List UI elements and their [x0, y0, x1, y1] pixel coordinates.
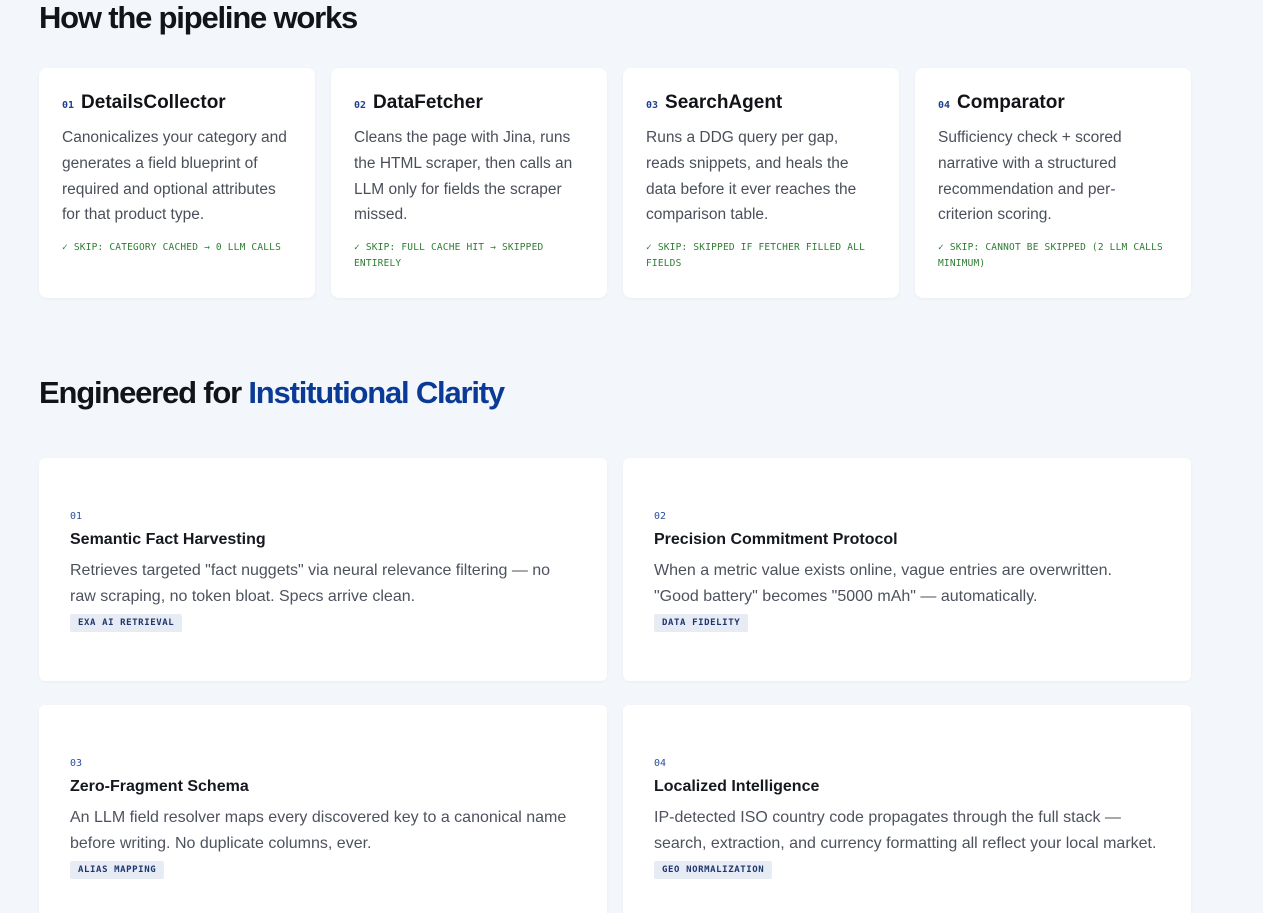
feature-description: When a metric value exists online, vague… — [654, 562, 1112, 605]
step-header: 01 DetailsCollector — [62, 92, 293, 114]
feature-card-localized-intelligence: 04 Localized Intelligence IP-detected IS… — [623, 705, 1191, 913]
step-skip-note: ✓ SKIP: FULL CACHE HIT → SKIPPED ENTIREL… — [354, 242, 544, 270]
step-skip-note: ✓ SKIP: CATEGORY CACHED → 0 LLM CALLS — [62, 242, 282, 254]
step-number: 02 — [354, 100, 367, 111]
step-description: Runs a DDG query per gap, reads snippets… — [646, 129, 857, 224]
pipeline-heading: How the pipeline works — [39, 0, 358, 35]
engineered-heading-prefix: Engineered for — [39, 375, 242, 410]
step-header: 02 DataFetcher — [354, 92, 585, 114]
feature-card-precision-commitment-protocol: 02 Precision Commitment Protocol When a … — [623, 458, 1191, 681]
engineered-heading: Engineered for Institutional Clarity — [39, 375, 505, 411]
feature-tag: ALIAS MAPPING — [70, 861, 165, 879]
step-skip-note: ✓ SKIP: CANNOT BE SKIPPED (2 LLM CALLS M… — [938, 242, 1163, 270]
step-card-details-collector: 01 DetailsCollector Canonicalizes your c… — [39, 68, 315, 298]
step-title: DetailsCollector — [81, 92, 226, 113]
step-number: 03 — [646, 100, 659, 111]
feature-description: Retrieves targeted "fact nuggets" via ne… — [70, 562, 551, 605]
feature-description: An LLM field resolver maps every discove… — [70, 809, 567, 852]
feature-card-semantic-fact-harvesting: 01 Semantic Fact Harvesting Retrieves ta… — [39, 458, 607, 681]
feature-number: 02 — [654, 511, 667, 522]
feature-number: 01 — [70, 511, 83, 522]
pipeline-steps: 01 DetailsCollector Canonicalizes your c… — [39, 68, 1191, 298]
feature-grid: 01 Semantic Fact Harvesting Retrieves ta… — [39, 458, 1191, 913]
step-card-comparator: 04 Comparator Sufficiency check + scored… — [915, 68, 1191, 298]
feature-title: Zero-Fragment Schema — [70, 778, 249, 795]
feature-card-zero-fragment-schema: 03 Zero-Fragment Schema An LLM field res… — [39, 705, 607, 913]
step-card-data-fetcher: 02 DataFetcher Cleans the page with Jina… — [331, 68, 607, 298]
feature-tag: EXA AI RETRIEVAL — [70, 614, 183, 632]
step-description: Canonicalizes your category and generate… — [62, 129, 287, 224]
step-title: DataFetcher — [373, 92, 483, 113]
feature-title: Semantic Fact Harvesting — [70, 531, 266, 548]
feature-title: Localized Intelligence — [654, 778, 820, 795]
feature-number: 04 — [654, 758, 667, 769]
step-title: SearchAgent — [665, 92, 783, 113]
step-skip-note: ✓ SKIP: SKIPPED IF FETCHER FILLED ALL FI… — [646, 242, 866, 270]
feature-tag: GEO NORMALIZATION — [654, 861, 773, 879]
feature-title: Precision Commitment Protocol — [654, 531, 898, 548]
step-number: 04 — [938, 100, 951, 111]
step-header: 04 Comparator — [938, 92, 1169, 114]
step-number: 01 — [62, 100, 75, 111]
step-title: Comparator — [957, 92, 1065, 113]
step-card-search-agent: 03 SearchAgent Runs a DDG query per gap,… — [623, 68, 899, 298]
feature-tag: DATA FIDELITY — [654, 614, 749, 632]
feature-description: IP-detected ISO country code propagates … — [654, 809, 1157, 852]
step-description: Sufficiency check + scored narrative wit… — [938, 129, 1122, 224]
feature-number: 03 — [70, 758, 83, 769]
engineered-heading-accent: Institutional Clarity — [248, 375, 505, 410]
step-header: 03 SearchAgent — [646, 92, 877, 114]
step-description: Cleans the page with Jina, runs the HTML… — [354, 129, 573, 224]
